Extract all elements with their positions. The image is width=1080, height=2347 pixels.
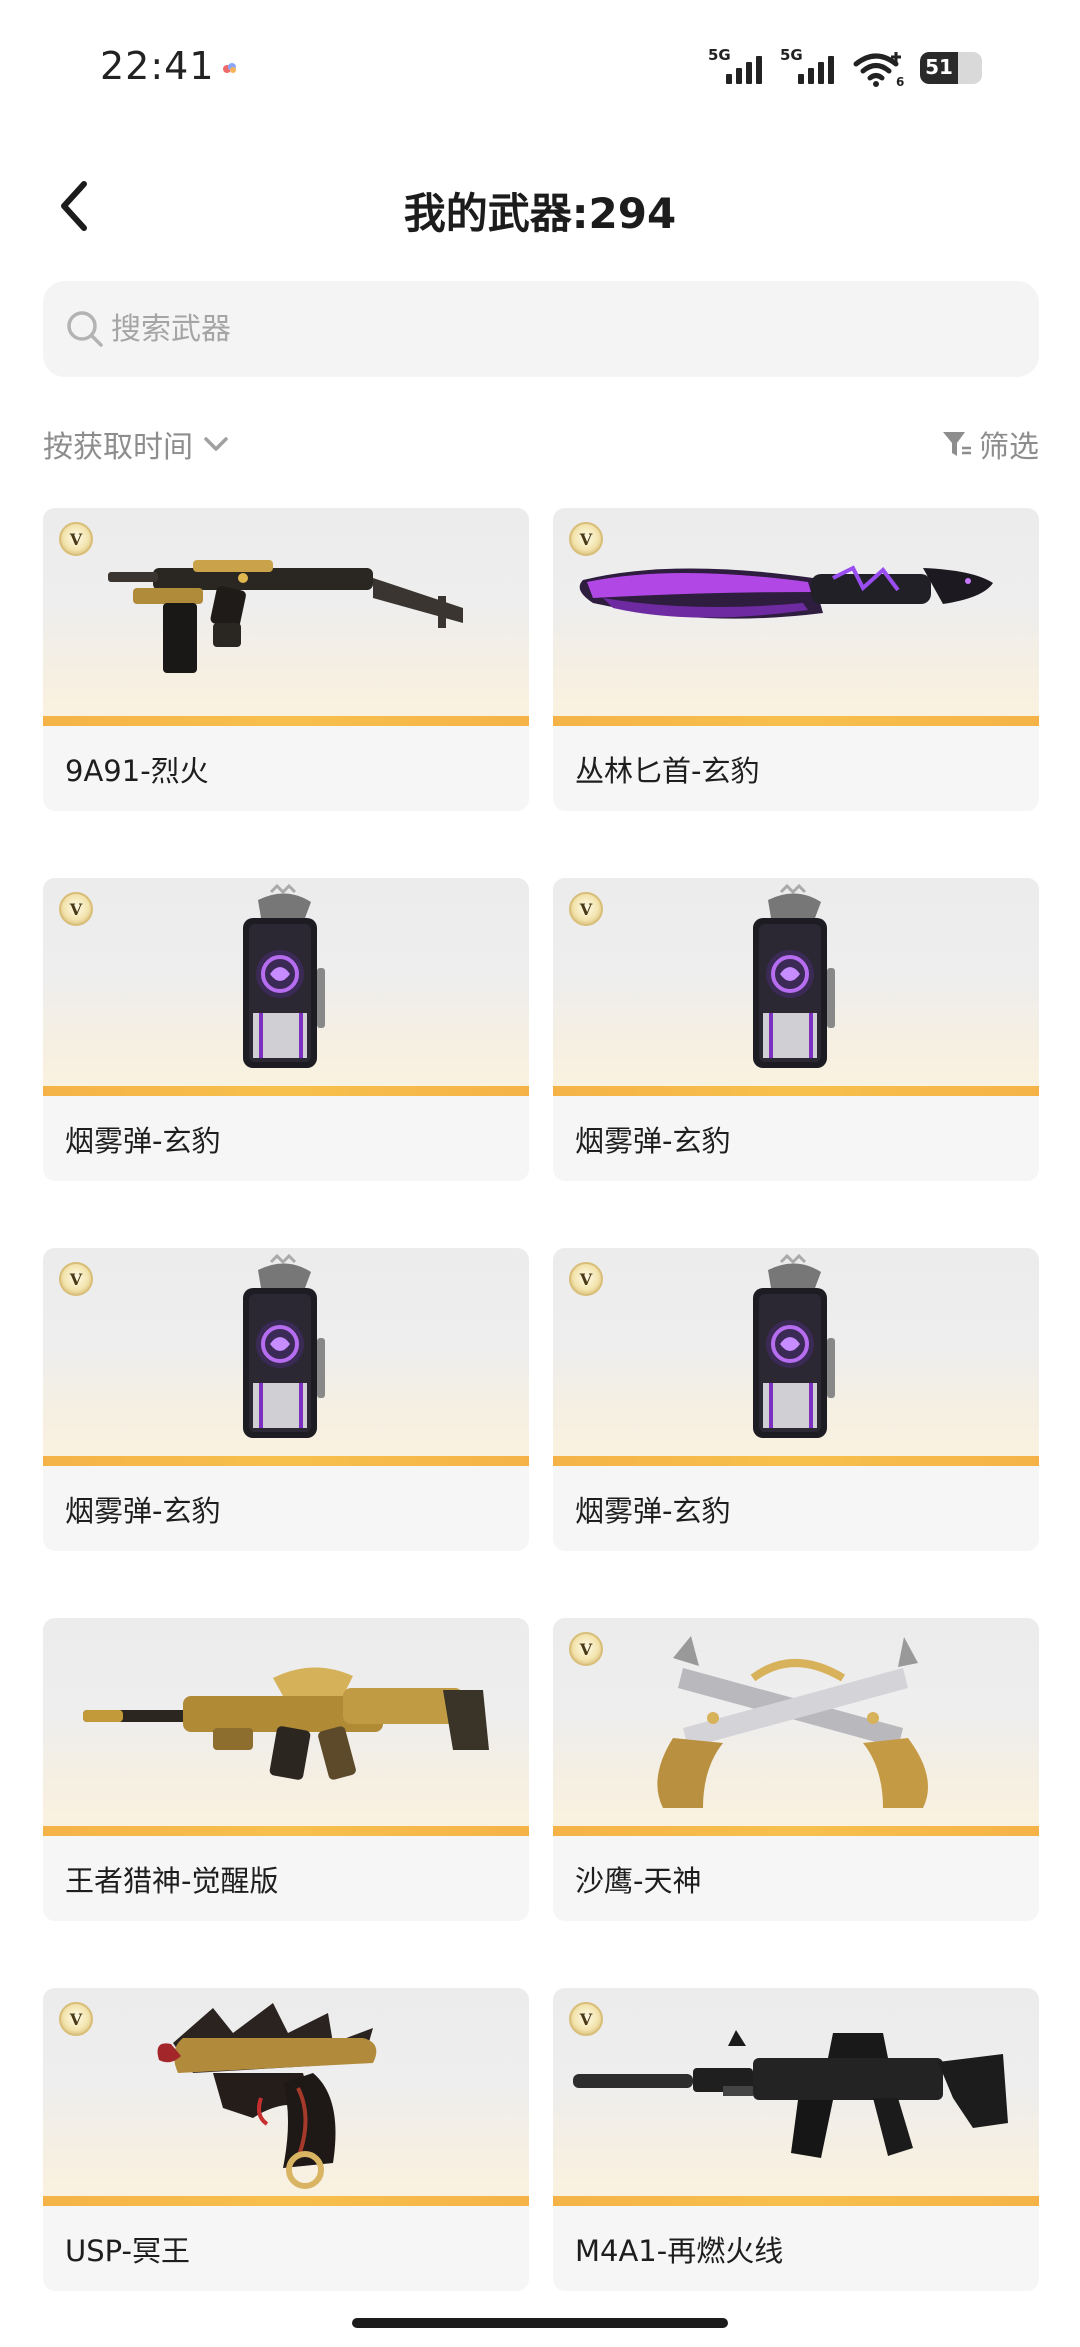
weapon-artwork — [108, 560, 463, 673]
vip-badge-icon: V — [59, 2002, 93, 2036]
vip-badge-icon: V — [59, 1262, 93, 1296]
wifi-generation-label: 6 — [896, 75, 904, 88]
vip-badge-icon: V — [59, 892, 93, 926]
weapon-image — [553, 1988, 1039, 2206]
search-input[interactable] — [111, 281, 1011, 377]
weapon-name: 王者猎神-觉醒版 — [65, 1864, 279, 1898]
weapon-card[interactable]: V 烟雾弹-玄豹 — [43, 878, 529, 1181]
network-type-label: 5G — [708, 46, 731, 64]
weapon-artwork — [243, 883, 325, 1068]
weapon-name: M4A1-再燃火线 — [575, 2234, 784, 2268]
weapon-artwork — [579, 565, 993, 619]
weapon-artwork — [243, 1253, 325, 1438]
status-time: 22:41 — [100, 44, 215, 88]
weapon-name: 丛林匕首-玄豹 — [575, 754, 760, 788]
vip-badge-icon: V — [569, 1632, 603, 1666]
weapon-image — [553, 1248, 1039, 1466]
weapon-artwork — [83, 1667, 489, 1780]
cellular-signal-icon: 5G — [780, 46, 838, 88]
weapon-card[interactable]: V USP-冥王 — [43, 1988, 529, 2291]
filter-button[interactable]: 筛选 — [941, 420, 1039, 468]
weapon-name: USP-冥王 — [65, 2234, 190, 2268]
vip-badge-icon: V — [569, 1262, 603, 1296]
weapon-name: 烟雾弹-玄豹 — [575, 1494, 731, 1528]
search-icon — [67, 311, 103, 347]
vip-badge-icon: V — [59, 522, 93, 556]
cellular-signal-icon: 5G — [708, 46, 766, 88]
weapon-image — [43, 878, 529, 1096]
wifi-icon: 6 — [853, 52, 904, 88]
weapon-card[interactable]: V 9A91-烈火 — [43, 508, 529, 811]
sort-dropdown[interactable]: 按获取时间 — [43, 420, 231, 468]
sort-label: 按获取时间 — [43, 430, 193, 465]
weapon-name: 沙鹰-天神 — [575, 1864, 702, 1898]
home-indicator[interactable] — [352, 2318, 728, 2328]
weapon-image — [43, 1248, 529, 1466]
weapon-card[interactable]: V 烟雾弹-玄豹 — [43, 1248, 529, 1551]
weapon-image — [43, 1988, 529, 2206]
search-box[interactable] — [43, 281, 1039, 377]
weapon-artwork — [157, 2003, 377, 2189]
weapon-artwork — [573, 2030, 1008, 2158]
weapon-image — [43, 1618, 529, 1836]
weapon-artwork — [753, 1253, 835, 1438]
weapon-artwork — [657, 1636, 928, 1808]
weapon-card[interactable]: V 沙鹰-天神 — [553, 1618, 1039, 1921]
weapon-artwork — [753, 883, 835, 1068]
vip-badge-icon: V — [569, 892, 603, 926]
cloud-notification-icon — [223, 63, 236, 73]
weapon-card[interactable]: V 丛林匕首-玄豹 — [553, 508, 1039, 811]
weapon-image — [553, 508, 1039, 726]
chevron-down-icon — [204, 437, 228, 451]
weapon-card[interactable]: V M4A1-再燃火线 — [553, 1988, 1039, 2291]
weapon-card[interactable]: 王者猎神-觉醒版 — [43, 1618, 529, 1921]
funnel-icon — [943, 432, 971, 456]
weapon-name: 9A91-烈火 — [65, 754, 209, 788]
vip-badge-icon: V — [569, 522, 603, 556]
weapon-card[interactable]: V 烟雾弹-玄豹 — [553, 1248, 1039, 1551]
battery-level: 51 — [925, 55, 953, 79]
weapon-name: 烟雾弹-玄豹 — [65, 1494, 221, 1528]
weapon-image — [43, 508, 529, 726]
weapon-name: 烟雾弹-玄豹 — [575, 1124, 731, 1158]
weapon-name: 烟雾弹-玄豹 — [65, 1124, 221, 1158]
weapon-image — [553, 878, 1039, 1096]
page-title: 我的武器:294 — [403, 189, 677, 238]
weapon-card[interactable]: V 烟雾弹-玄豹 — [553, 878, 1039, 1181]
status-bar: 22:41 5G 5G 6 51 — [0, 0, 1080, 140]
weapon-image — [553, 1618, 1039, 1836]
vip-badge-icon: V — [569, 2002, 603, 2036]
sort-filter-bar: 按获取时间 筛选 — [43, 420, 1039, 468]
filter-label: 筛选 — [979, 430, 1039, 465]
network-type-label: 5G — [780, 46, 803, 64]
battery-icon: 51 — [920, 52, 982, 84]
